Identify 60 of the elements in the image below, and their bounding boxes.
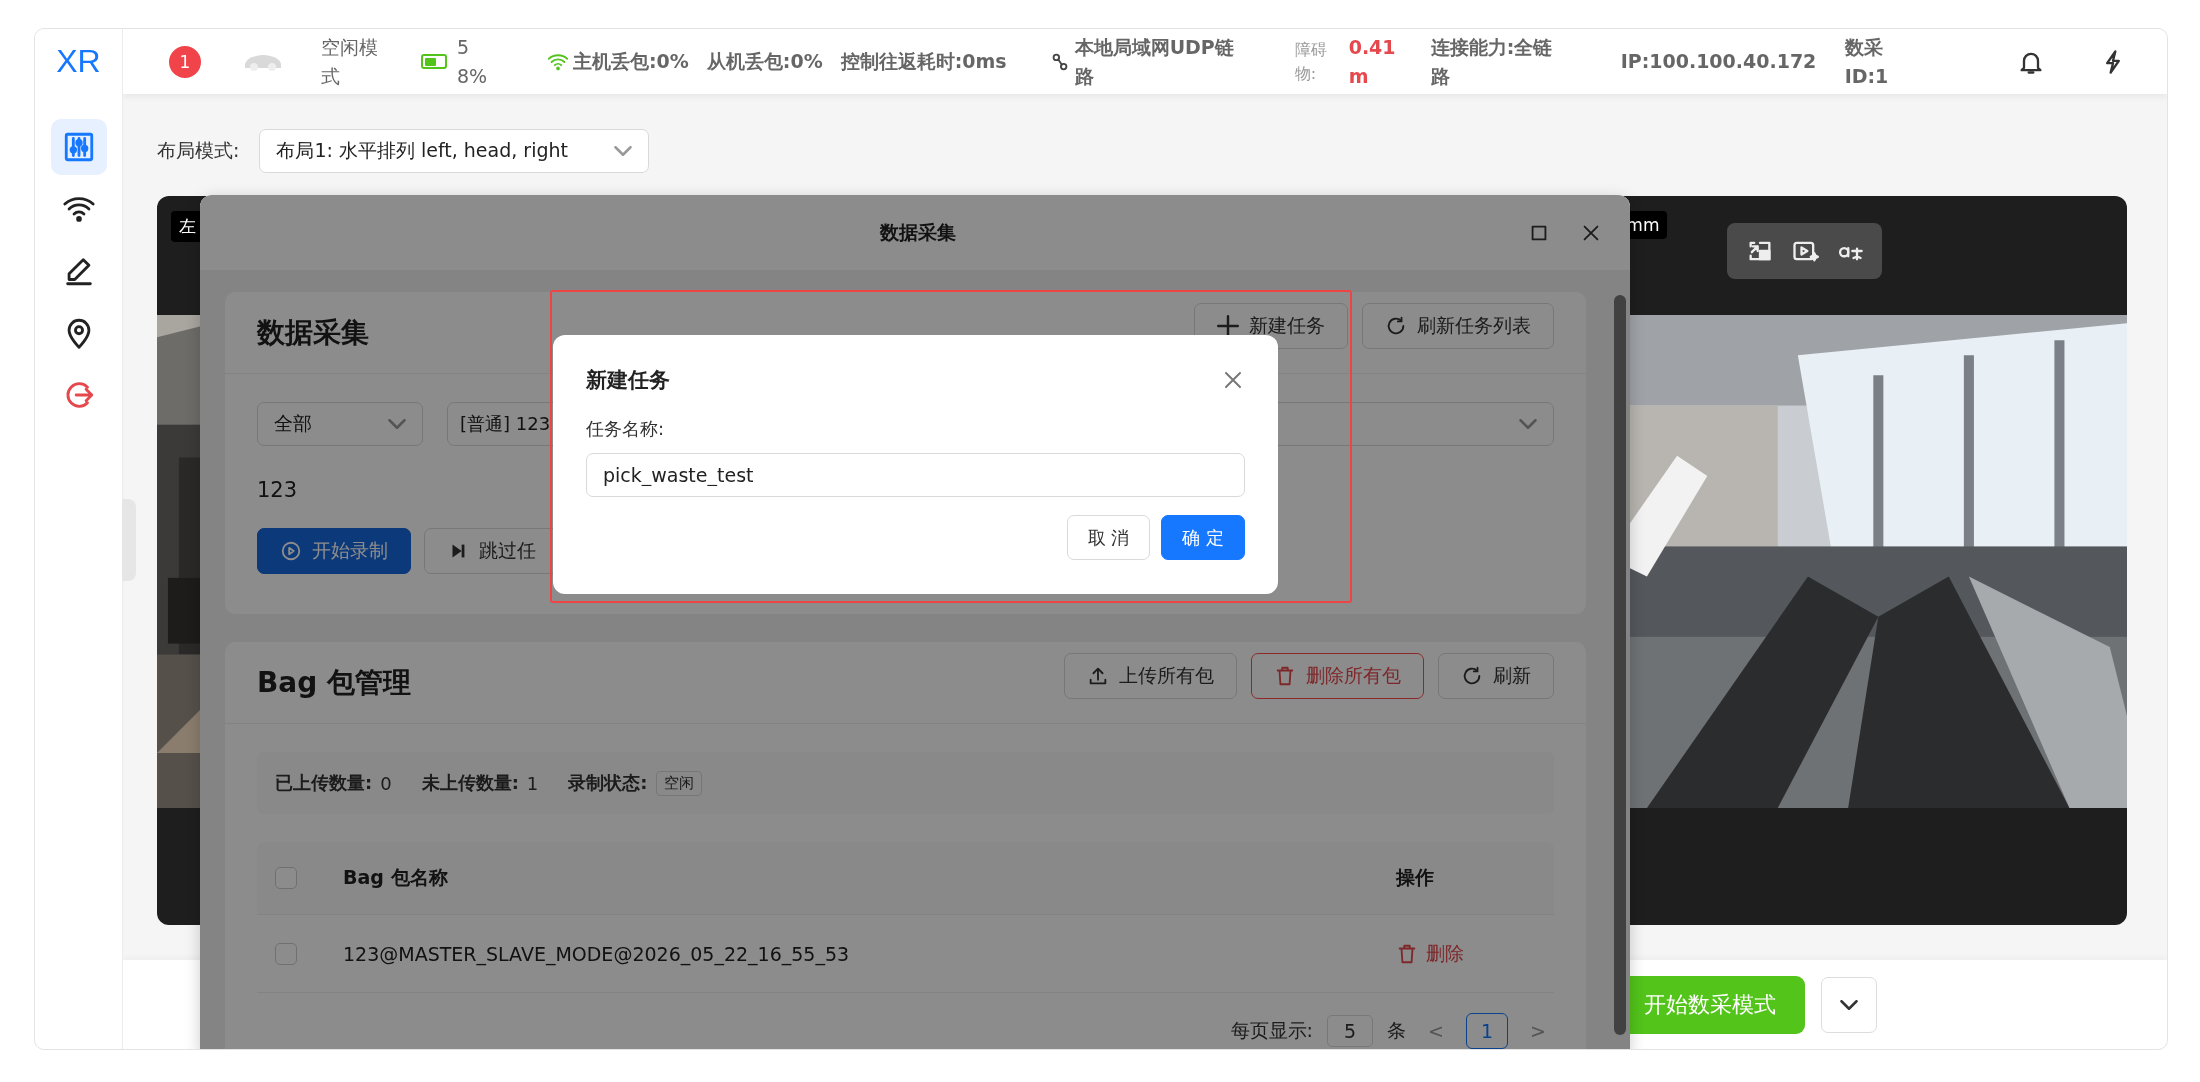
obstacle-distance: 0.41m [1348, 35, 1397, 89]
page-size-label: 每页显示: [1230, 1018, 1313, 1043]
column-header: 操作 [1396, 865, 1435, 890]
trash-icon [1396, 942, 1418, 965]
chevron-icon [614, 146, 633, 156]
table-cell-text: 123@MASTER_SLAVE_MODE@2026_05_22_16_55_53 [343, 942, 851, 965]
record-button[interactable]: 开始录制 [257, 528, 411, 574]
ok-button[interactable]: 确 定 [1161, 515, 1245, 560]
stat-label: 未上传数量: [421, 771, 519, 795]
checkbox[interactable] [275, 942, 297, 965]
modal-title: 新建任务 [586, 367, 670, 394]
obstacle-label: 障碍物: [1294, 38, 1328, 85]
filter-select[interactable]: 全部 [257, 402, 423, 446]
alert-badge[interactable]: 1 [169, 45, 201, 78]
stat-value: 1 [526, 772, 539, 794]
app-logo: XR [56, 42, 101, 81]
task-name: 123 [257, 478, 299, 502]
plus-icon [1217, 314, 1239, 337]
task-name-field[interactable]: pick_waste_test [586, 453, 1245, 497]
page-number[interactable]: 1 [1466, 1013, 1509, 1049]
delete-link[interactable]: 删除 [1396, 940, 1536, 967]
card-title: Bag 包管理 [257, 664, 412, 701]
status-tag: 空闲 [655, 770, 702, 796]
dropdown-button[interactable] [1821, 976, 1877, 1033]
header-button[interactable]: 上传所有包 [1064, 652, 1237, 699]
stat-label: 录制状态: [568, 771, 648, 795]
header-button[interactable]: 删除所有包 [1251, 652, 1424, 699]
chevron-icon [1519, 419, 1537, 429]
page-size-unit: 条 [1387, 1018, 1407, 1043]
play-icon [280, 540, 302, 562]
layout-label: 布局模式: [157, 138, 240, 163]
slave-loss-text: 从机丢包:0% [706, 49, 823, 75]
scrollbar[interactable] [1614, 295, 1626, 1035]
stat-label: 已上传数量: [275, 771, 373, 795]
header-button[interactable]: 刷新任务列表 [1362, 302, 1554, 349]
collapse-handle[interactable] [122, 499, 136, 581]
stat-value: 0 [380, 772, 392, 794]
dialog-title: 数据采集 [880, 219, 956, 245]
mode-text: 空闲模式 [321, 35, 379, 89]
checkbox[interactable] [275, 867, 297, 889]
capability-text: 连接能力:全链路 [1430, 35, 1554, 89]
latency-text: 控制往返耗时:0ms [840, 49, 1007, 75]
collect-id-text: 数采ID:1 [1844, 35, 1890, 89]
cancel-button[interactable]: 取 消 [1066, 515, 1151, 560]
trash-icon [1274, 664, 1296, 687]
column-header: Bag 包名称 [343, 865, 449, 890]
battery-icon [421, 54, 447, 69]
host-loss-text: 主机丢包:0% [573, 49, 689, 75]
link-text: 本地局域网UDP链路 [1074, 35, 1235, 89]
refresh-icon [1385, 314, 1407, 337]
chevron-icon [1840, 999, 1858, 1010]
battery-percent: 58% [457, 35, 489, 89]
chevron-icon [388, 419, 406, 429]
field-label: 任务名称: [586, 417, 666, 441]
refresh-icon [1461, 664, 1483, 687]
card-title: 数据采集 [257, 314, 369, 351]
page-size-select[interactable]: 5 [1326, 1015, 1374, 1047]
layout-select[interactable]: 布局1: 水平排列 left, head, right [259, 129, 650, 173]
header-button[interactable]: 刷新 [1438, 652, 1554, 699]
ip-text: IP:100.100.40.172 [1620, 49, 1817, 75]
